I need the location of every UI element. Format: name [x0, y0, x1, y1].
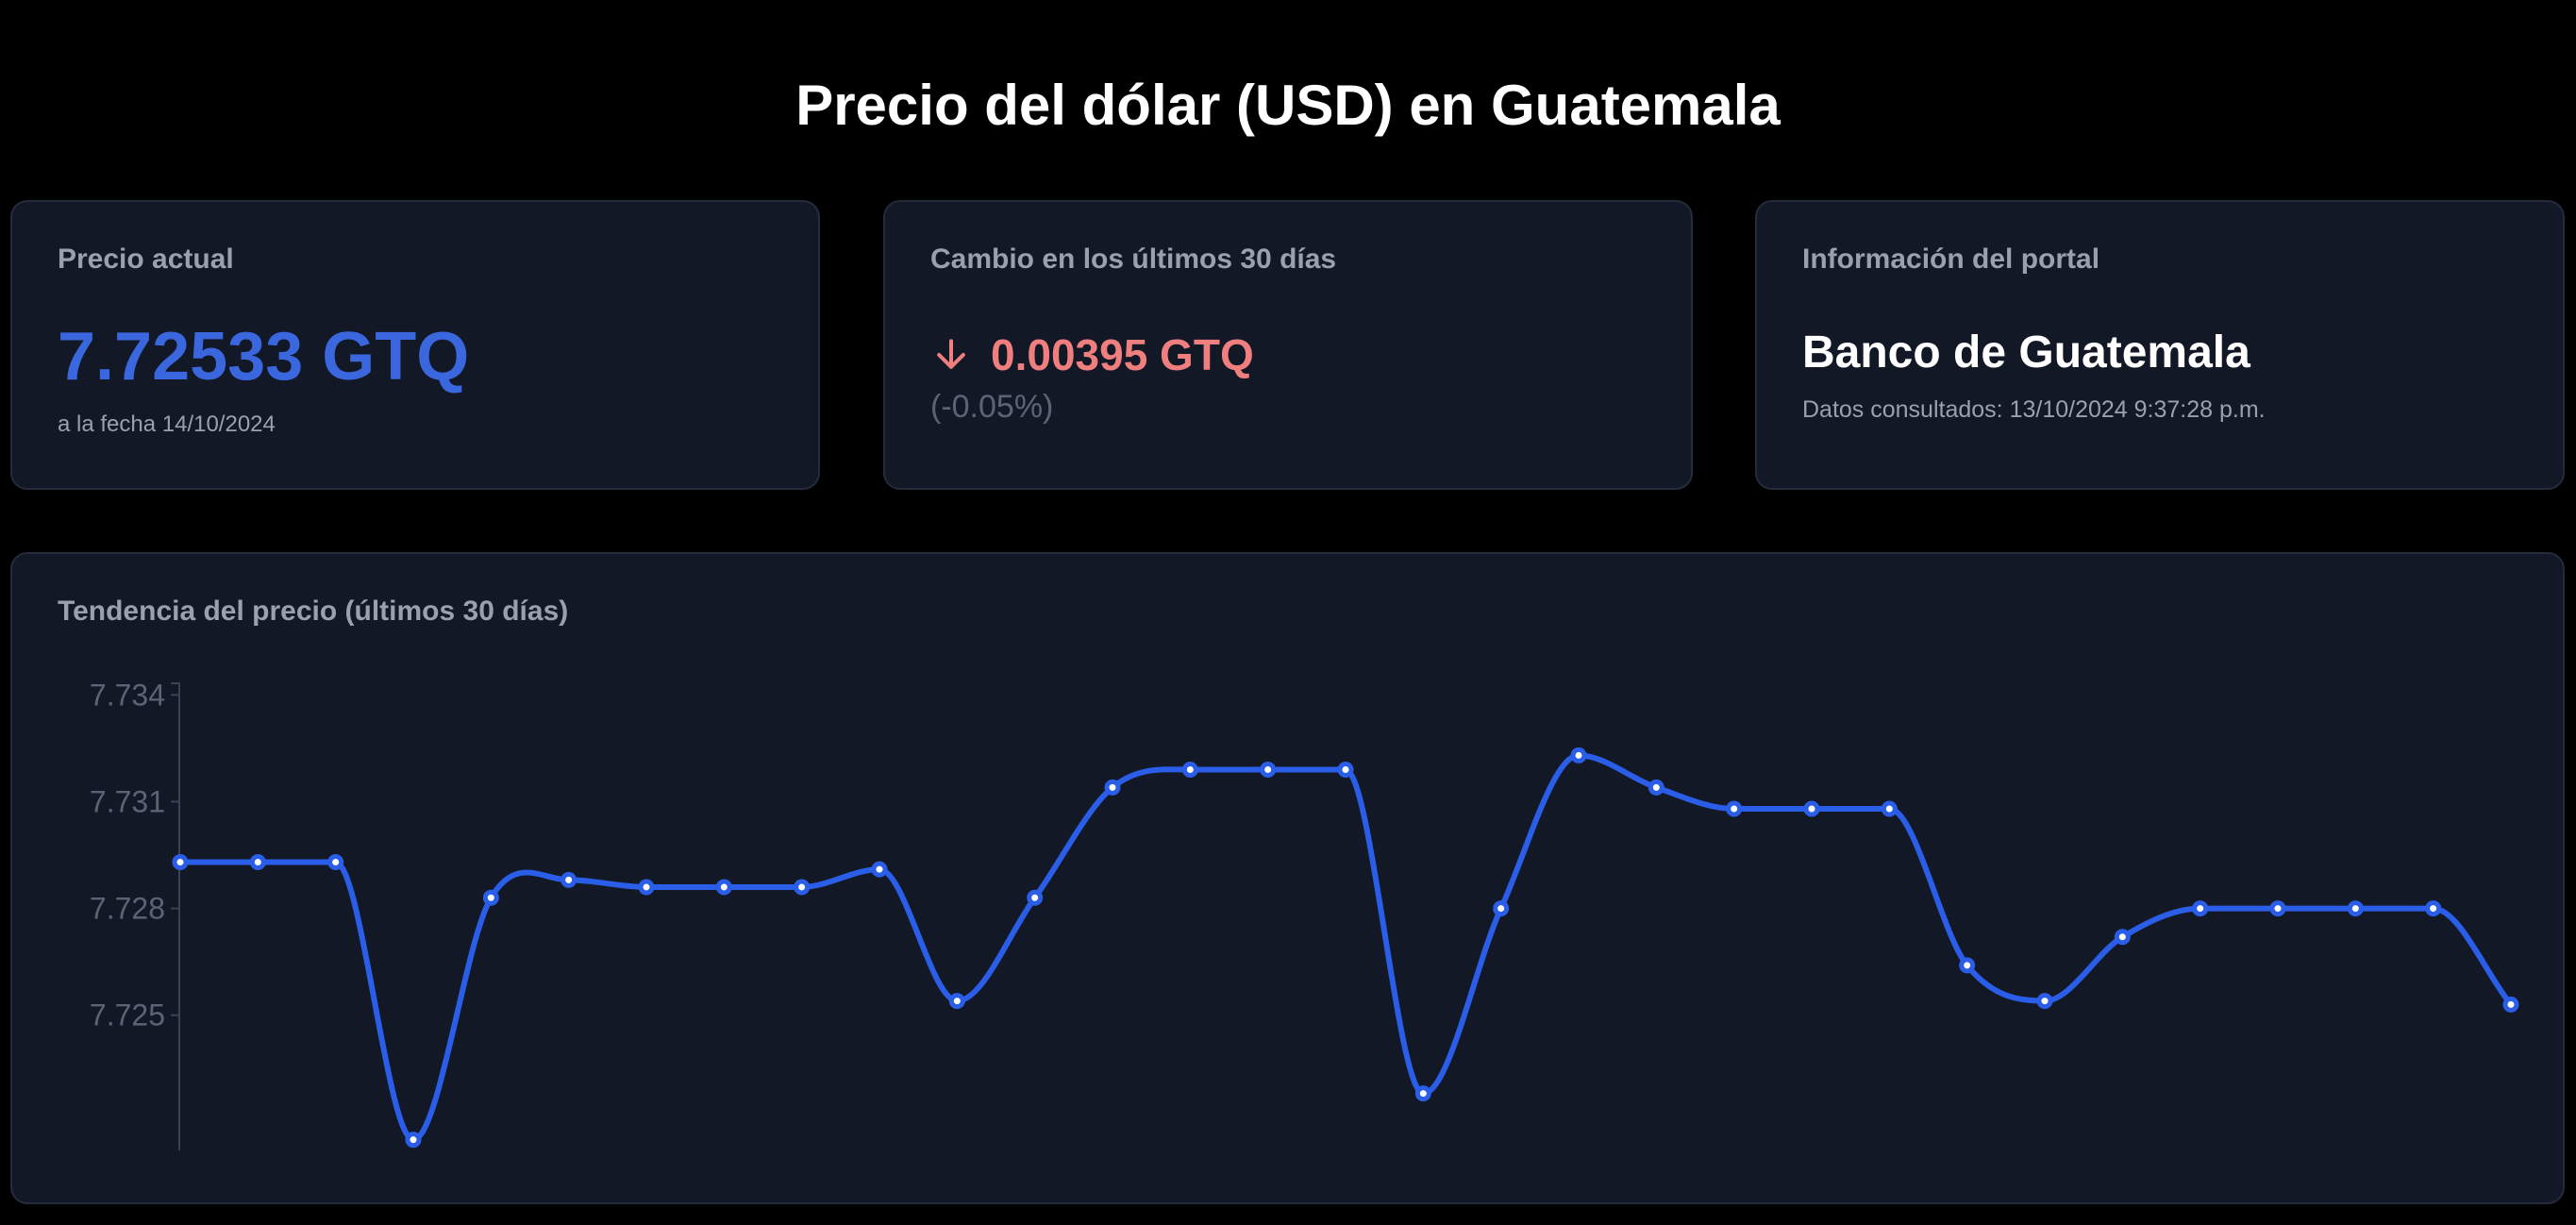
- data-point[interactable]: [794, 879, 811, 896]
- data-point[interactable]: [948, 993, 965, 1010]
- data-point[interactable]: [2347, 900, 2364, 917]
- data-point[interactable]: [871, 861, 888, 878]
- y-tick-label: 7.731: [90, 784, 165, 818]
- data-point[interactable]: [1027, 889, 1044, 906]
- data-point[interactable]: [2502, 996, 2519, 1013]
- data-point[interactable]: [1570, 747, 1587, 764]
- current-price-value: 7.72533 GTQ: [58, 319, 470, 394]
- data-point[interactable]: [249, 854, 266, 871]
- data-point[interactable]: [2269, 900, 2286, 917]
- data-point[interactable]: [715, 879, 732, 896]
- data-point[interactable]: [1104, 779, 1121, 796]
- data-point[interactable]: [560, 871, 577, 888]
- data-point[interactable]: [2192, 900, 2209, 917]
- portal-consulted-date: Datos consultados: 13/10/2024 9:37:28 p.…: [1802, 396, 2266, 423]
- portal-info-card: Información del portal Banco de Guatemal…: [1755, 200, 2565, 490]
- arrow-down-icon: [937, 339, 965, 369]
- portal-name: Banco de Guatemala: [1802, 327, 2250, 378]
- data-point[interactable]: [1726, 800, 1743, 817]
- current-price-card: Precio actual 7.72533 GTQ a la fecha 14/…: [10, 200, 820, 490]
- price-trend-card: Tendencia del precio (últimos 30 días) 7…: [10, 552, 2565, 1204]
- current-price-heading: Precio actual: [58, 243, 234, 275]
- data-point[interactable]: [1493, 900, 1510, 917]
- page-title: Precio del dólar (USD) en Guatemala: [795, 74, 1781, 137]
- change-value: 0.00395 GTQ: [991, 330, 1254, 379]
- change-heading: Cambio en los últimos 30 días: [930, 243, 1337, 275]
- data-point[interactable]: [1260, 762, 1277, 779]
- data-point[interactable]: [638, 879, 655, 896]
- current-price-date: a la fecha 14/10/2024: [58, 411, 276, 437]
- data-point[interactable]: [1648, 779, 1664, 796]
- price-trend-chart: 7.734 7.731 7.728 7.725: [90, 678, 2519, 1150]
- data-point[interactable]: [1959, 957, 1976, 974]
- portal-heading: Información del portal: [1802, 243, 2100, 275]
- change-card: Cambio en los últimos 30 días 0.00395 GT…: [883, 200, 1693, 490]
- y-tick-label: 7.728: [90, 892, 165, 926]
- data-point[interactable]: [172, 854, 189, 871]
- data-point[interactable]: [1337, 762, 1354, 779]
- price-line: [179, 752, 2514, 1143]
- data-point[interactable]: [1803, 800, 1820, 817]
- data-point[interactable]: [2036, 993, 2053, 1010]
- data-point[interactable]: [482, 889, 499, 906]
- change-row: 0.00395 GTQ: [930, 328, 1254, 381]
- data-point[interactable]: [2425, 900, 2442, 917]
- dashboard-page: Precio del dólar (USD) en Guatemala Prec…: [0, 0, 2576, 1225]
- data-point[interactable]: [1181, 762, 1198, 779]
- data-point[interactable]: [2114, 929, 2131, 946]
- data-point[interactable]: [405, 1132, 422, 1149]
- data-point[interactable]: [1881, 800, 1898, 817]
- change-percent: (-0.05%): [930, 389, 1054, 425]
- y-tick-label: 7.734: [90, 678, 165, 712]
- y-tick-label: 7.725: [90, 998, 165, 1032]
- data-point[interactable]: [1414, 1085, 1431, 1102]
- data-point[interactable]: [327, 854, 344, 871]
